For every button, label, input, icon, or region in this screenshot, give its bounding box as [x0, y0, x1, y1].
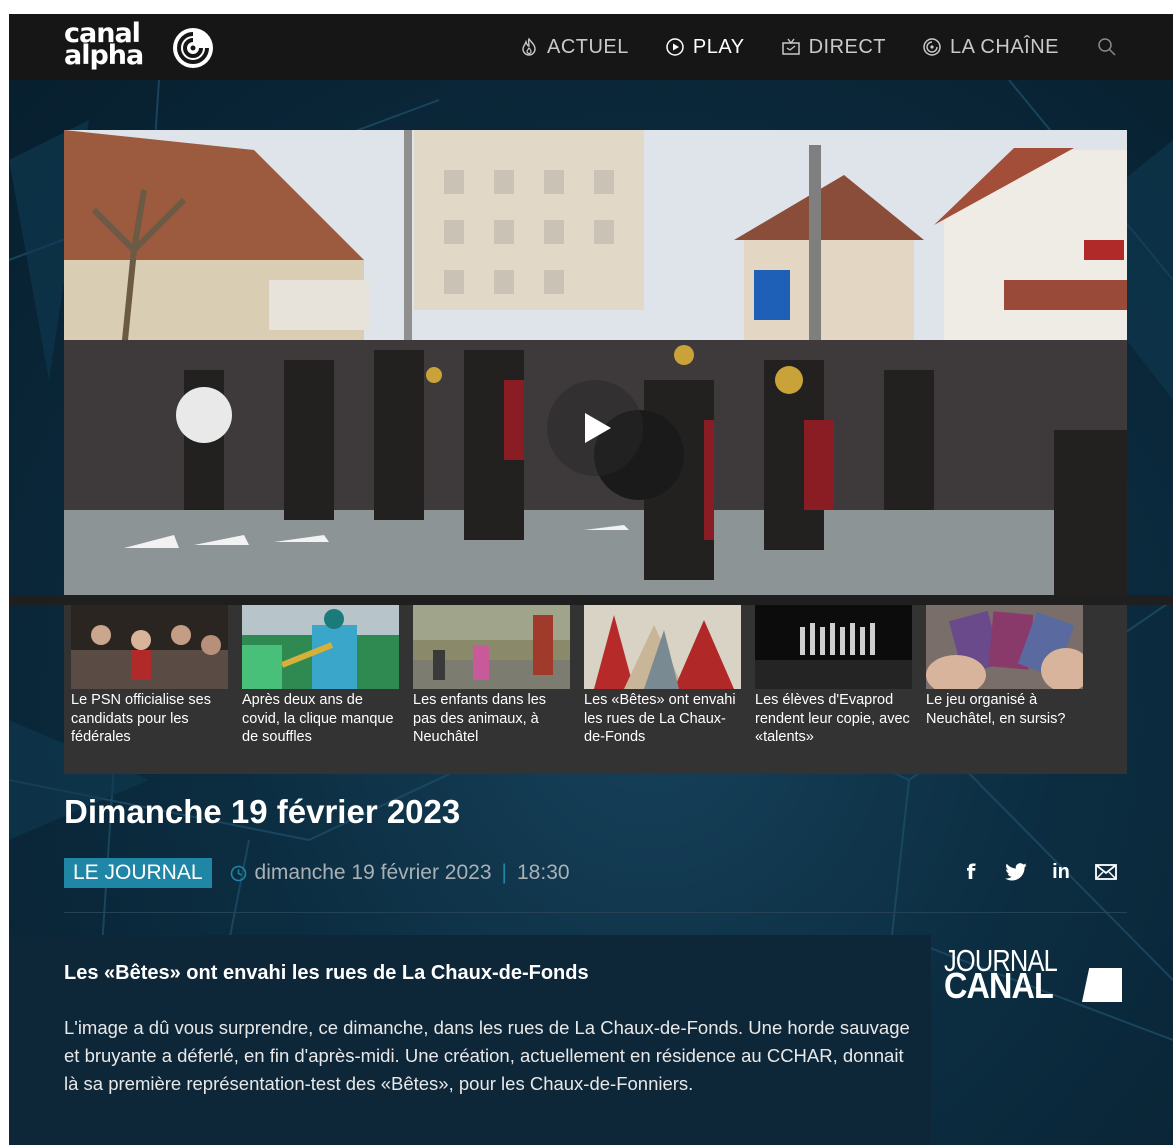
canal-alpha-logo[interactable]: canal alpha — [64, 20, 224, 73]
video-player[interactable] — [64, 130, 1127, 595]
meta-separator: | — [501, 861, 507, 884]
related-video-title: Le jeu organisé à Neuchâtel, en sursis? — [926, 692, 1066, 727]
nav-label-direct: DIRECT — [808, 35, 887, 58]
nav-label-actuel: ACTUEL — [546, 35, 629, 58]
episode-date: dimanche 19 février 2023 — [254, 861, 492, 884]
related-videos-strip: Le PSN officialise ses candidats pour le… — [64, 605, 1127, 774]
thumbnail-image — [242, 605, 399, 689]
logo-line-2: alpha — [64, 40, 144, 71]
twitter-icon[interactable] — [1005, 860, 1027, 884]
facebook-label: f — [966, 860, 976, 884]
nav-item-actuel[interactable]: ACTUEL — [519, 36, 629, 59]
thumbnail-image — [926, 605, 1083, 689]
linkedin-label: in — [1052, 860, 1070, 883]
category-badge[interactable]: LE JOURNAL — [64, 858, 212, 888]
play-button[interactable] — [547, 380, 643, 476]
nav-label-play: PLAY — [692, 35, 745, 58]
facebook-icon[interactable]: f — [960, 860, 982, 884]
linkedin-icon[interactable]: in — [1050, 860, 1072, 884]
journal-logo-line-2: CANAL — [944, 965, 1054, 1006]
related-video-title: Les enfants dans les pas des animaux, à … — [413, 692, 547, 745]
episode-time: 18:30 — [517, 861, 570, 884]
nav-item-la-chaine[interactable]: LA CHAÎNE — [922, 36, 1059, 59]
page-frame-top — [0, 0, 1173, 14]
thumbnail-image — [584, 605, 741, 689]
video-frame-image — [64, 130, 1127, 595]
journal-logo-block — [1082, 968, 1122, 1002]
top-navigation-bar: canal alpha ACTUEL PLAY DIRECT LA CHAÎNE — [9, 14, 1173, 80]
play-circle-icon — [666, 38, 684, 56]
related-video-title: Les «Bêtes» ont envahi les rues de La Ch… — [584, 692, 736, 745]
related-video-title: Après deux ans de covid, la clique manqu… — [242, 692, 394, 745]
related-video-title: Les élèves d'Evaprod rendent leur copie,… — [755, 692, 910, 745]
article-panel: Les «Bêtes» ont envahi les rues de La Ch… — [9, 935, 931, 1145]
search-icon[interactable] — [1097, 37, 1117, 57]
thumbnail-image — [71, 605, 228, 689]
section-divider — [64, 912, 1127, 913]
tv-icon — [781, 38, 800, 55]
nav-item-play[interactable]: PLAY — [665, 36, 745, 59]
related-video-title: Le PSN officialise ses candidats pour le… — [71, 692, 211, 745]
canal-swirl-icon — [923, 38, 941, 56]
page-frame-left — [0, 0, 9, 1145]
journal-canal-logo: JOURNAL CANAL — [944, 945, 1124, 1009]
video-control-bar[interactable] — [9, 595, 1173, 605]
nav-item-direct[interactable]: DIRECT — [781, 36, 886, 59]
page-title: Dimanche 19 février 2023 — [64, 793, 461, 830]
email-icon[interactable] — [1095, 860, 1117, 884]
thumbnail-image — [413, 605, 570, 689]
thumbnail-image — [755, 605, 912, 689]
flame-icon — [522, 37, 536, 56]
logo-swirl-icon — [173, 28, 213, 68]
episode-meta: LE JOURNAL dimanche 19 février 2023 | 18… — [64, 858, 570, 888]
clock-icon — [230, 865, 246, 881]
main-nav: ACTUEL PLAY DIRECT LA CHAÎNE — [483, 14, 1117, 80]
nav-label-la-chaine: LA CHAÎNE — [950, 35, 1059, 58]
share-buttons: f in — [960, 860, 1117, 884]
article-title: Les «Bêtes» ont envahi les rues de La Ch… — [64, 962, 589, 984]
article-body: L'image a dû vous surprendre, ce dimanch… — [64, 1017, 910, 1094]
play-icon — [585, 413, 611, 443]
